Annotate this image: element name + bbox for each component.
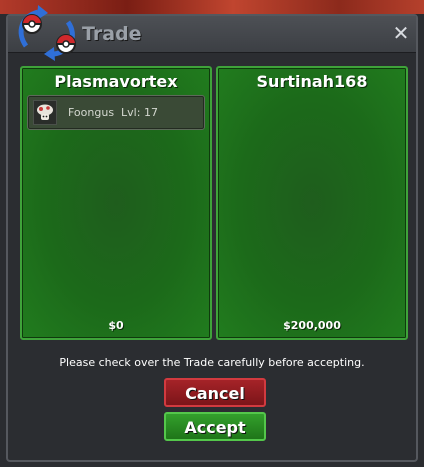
trade-notice: Please check over the Trade carefully be…: [59, 356, 365, 369]
window-title: Trade: [82, 23, 142, 45]
left-money: $0: [108, 319, 124, 332]
trade-window: Trade ✕ Plasmavortex Foongus Lvl: 17 $0 …: [6, 5, 418, 462]
left-player-name: Plasmavortex: [54, 72, 178, 91]
right-trade-panel: Surtinah168 $200,000: [216, 66, 408, 340]
foongus-icon: [33, 100, 57, 125]
left-trade-panel: Plasmavortex Foongus Lvl: 17 $0: [20, 66, 212, 340]
trade-exchange-icon: [18, 5, 76, 61]
cancel-button[interactable]: Cancel: [164, 378, 266, 407]
right-player-name: Surtinah168: [256, 72, 368, 91]
accept-button[interactable]: Accept: [164, 412, 266, 441]
close-icon[interactable]: ✕: [390, 22, 412, 44]
right-money: $200,000: [283, 319, 341, 332]
trade-item-slot[interactable]: Foongus Lvl: 17: [27, 95, 205, 130]
item-label: Foongus Lvl: 17: [68, 106, 158, 119]
